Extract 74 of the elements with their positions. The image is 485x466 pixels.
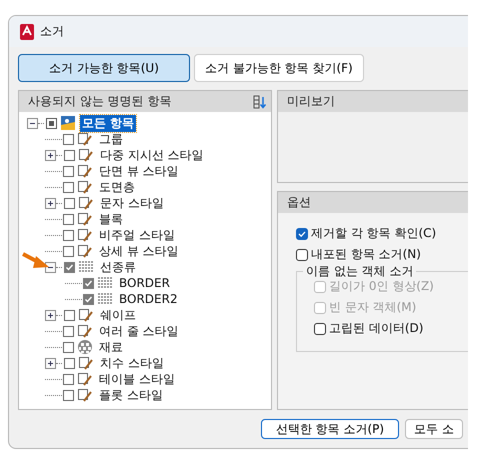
tree-item[interactable]: 도면층 xyxy=(97,178,137,196)
checkbox[interactable] xyxy=(83,278,94,288)
tab[interactable]: 소거 불가능한 항목 찾기(F) xyxy=(194,54,364,82)
checkbox[interactable] xyxy=(64,310,75,320)
checkbox[interactable] xyxy=(63,374,74,384)
checkbox[interactable] xyxy=(64,262,75,272)
tree-item[interactable]: 치수 스타일 xyxy=(98,354,166,372)
tree-item[interactable]: 다중 지시선 스타일 xyxy=(98,146,206,164)
tree-item[interactable]: 비주얼 스타일 xyxy=(97,226,177,244)
group-title: 이름 없는 객체 소거 xyxy=(303,263,416,280)
tab[interactable]: 소거 가능한 항목(U) xyxy=(18,54,190,82)
collapse-icon[interactable] xyxy=(27,118,38,128)
style-icon xyxy=(77,371,93,387)
tree-item[interactable]: 재료 xyxy=(97,338,125,356)
drawing-icon xyxy=(60,115,76,131)
checkbox[interactable] xyxy=(63,182,74,192)
style-icon xyxy=(77,243,93,259)
tree-item[interactable]: 플롯 스타일 xyxy=(97,386,165,404)
tree-item[interactable]: 테이블 스타일 xyxy=(97,370,177,388)
tree-item[interactable]: 단면 뷰 스타일 xyxy=(97,162,181,180)
tree-item[interactable]: 상세 뷰 스타일 xyxy=(97,242,181,260)
panel-title: 옵션 xyxy=(287,194,311,211)
tree-item[interactable]: 그룹 xyxy=(97,130,125,148)
panel-title: 사용되지 않는 명명된 항목 xyxy=(28,93,172,110)
panel-title: 미리보기 xyxy=(287,93,335,110)
style-icon xyxy=(78,195,94,211)
checkbox[interactable] xyxy=(46,118,57,128)
checkbox[interactable] xyxy=(63,390,74,400)
collapse-icon[interactable] xyxy=(45,262,56,272)
style-icon xyxy=(77,179,93,195)
checkbox[interactable] xyxy=(296,248,308,260)
sort-icon[interactable] xyxy=(253,94,267,108)
style-icon xyxy=(78,147,94,163)
checkbox[interactable] xyxy=(63,230,74,240)
action-button[interactable]: 선택한 항목 소거(P) xyxy=(261,419,399,439)
tree-item[interactable]: 쉐이프 xyxy=(98,306,138,324)
style-icon xyxy=(78,307,94,323)
style-icon xyxy=(77,227,93,243)
checkbox[interactable] xyxy=(64,358,75,368)
style-icon xyxy=(77,163,93,179)
checkbox[interactable] xyxy=(63,214,74,224)
checkbox[interactable] xyxy=(63,166,74,176)
checkbox-label[interactable]: 고립된 데이터(D) xyxy=(329,320,424,337)
style-icon xyxy=(77,323,93,339)
tree-item[interactable]: 블록 xyxy=(97,210,125,228)
tree-item[interactable]: BORDER2 xyxy=(117,292,180,306)
window-title: 소거 xyxy=(40,23,64,40)
checkbox-label[interactable]: 제거할 각 항목 확인(C) xyxy=(311,225,436,242)
checkbox[interactable] xyxy=(63,342,74,352)
expand-icon[interactable] xyxy=(45,310,56,320)
material-ball-icon xyxy=(77,339,93,355)
checkbox[interactable] xyxy=(64,198,75,208)
checkbox[interactable] xyxy=(64,150,75,160)
style-icon xyxy=(77,131,93,147)
expand-icon[interactable] xyxy=(45,358,56,368)
checkbox[interactable] xyxy=(83,294,94,304)
tree-item[interactable]: 모든 항목 xyxy=(80,114,136,132)
style-icon xyxy=(77,211,93,227)
style-icon xyxy=(77,387,93,403)
checkbox[interactable] xyxy=(296,228,308,240)
tree-item[interactable]: BORDER xyxy=(117,276,172,290)
app-logo-icon xyxy=(20,24,34,40)
checkbox-label[interactable]: 내포된 항목 소거(N) xyxy=(311,246,421,263)
expand-icon[interactable] xyxy=(45,150,56,160)
expand-icon[interactable] xyxy=(45,198,56,208)
tree-item[interactable]: 선종류 xyxy=(98,258,138,276)
checkbox[interactable] xyxy=(63,246,74,256)
checkbox[interactable] xyxy=(63,326,74,336)
tree-item[interactable]: 문자 스타일 xyxy=(98,194,166,212)
tree-item[interactable]: 여러 줄 스타일 xyxy=(97,322,181,340)
checkbox[interactable] xyxy=(63,134,74,144)
checkbox[interactable] xyxy=(314,322,326,334)
action-button[interactable]: 모두 소 xyxy=(405,419,463,439)
style-icon xyxy=(78,355,94,371)
